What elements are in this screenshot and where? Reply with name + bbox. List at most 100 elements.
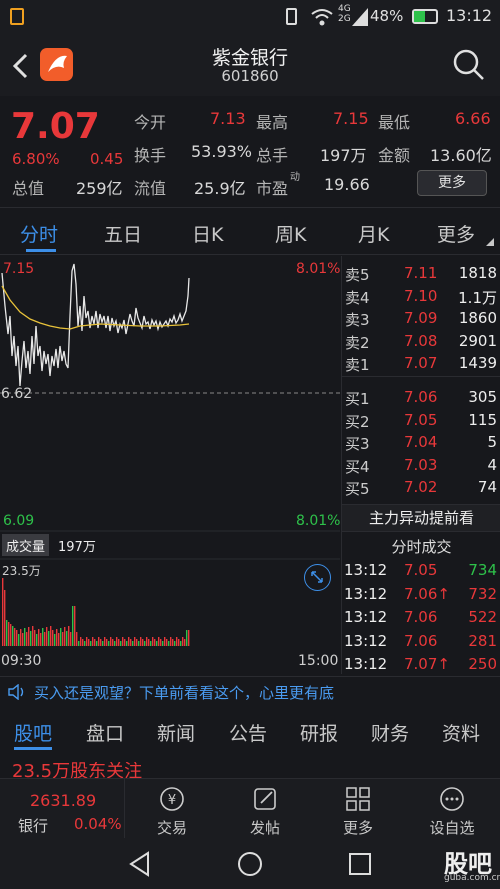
- order-price: 7.03: [404, 455, 438, 474]
- volume-bar: [106, 639, 108, 646]
- volume-bar: [92, 637, 94, 646]
- ask-row[interactable]: 卖4 7.10 1.1万: [342, 287, 500, 309]
- ask-row[interactable]: 卖1 7.07 1439: [342, 354, 500, 376]
- promo-notice[interactable]: 买入还是观望？下单前看看这个，心里更有底: [0, 676, 500, 706]
- guba-follow-peek: 23.5万股东关注: [12, 762, 142, 778]
- order-volume: 5: [487, 433, 497, 451]
- volume-bar: [68, 626, 70, 646]
- volume-bar: [174, 641, 176, 646]
- volume-bar: [50, 626, 52, 646]
- bid-row[interactable]: 买1 7.06 305: [342, 388, 500, 410]
- volume-bar: [156, 641, 158, 646]
- volume-bar: [172, 639, 174, 646]
- volume-bar: [40, 633, 42, 646]
- back-triangle-icon[interactable]: [128, 851, 152, 877]
- volume-bar: [186, 630, 188, 646]
- volume-bar: [110, 637, 112, 646]
- info-tabs: 股吧 盘口 新闻 公告 研报 财务 资料: [0, 707, 500, 755]
- volume-bar: [98, 637, 100, 646]
- search-icon[interactable]: [452, 48, 486, 82]
- nav-more[interactable]: 更多: [323, 785, 393, 838]
- fullscreen-icon[interactable]: [304, 564, 331, 591]
- volume-total: 197万: [58, 540, 96, 555]
- intraday-chart[interactable]: 7.15 8.01% 6.62 6.09 8.01% 成交量 197万 23.5…: [0, 256, 340, 674]
- home-circle-icon[interactable]: [237, 851, 263, 877]
- notification-icon: [10, 8, 24, 25]
- bottom-nav: 2631.89 银行 0.04% ¥ 交易 发帖 更多 设自选: [0, 778, 500, 839]
- tab-five-day[interactable]: 五日: [104, 220, 142, 247]
- volume-bar: [42, 628, 44, 646]
- main-force-button[interactable]: 主力异动提前看: [342, 504, 500, 532]
- tab-guba[interactable]: 股吧: [14, 719, 52, 746]
- volume-bar: [44, 632, 46, 646]
- tick-price: 7.06: [404, 608, 438, 626]
- volume-bar: [180, 641, 182, 646]
- bid-row[interactable]: 买2 7.05 115: [342, 411, 500, 433]
- ask-row[interactable]: 卖5 7.11 1818: [342, 264, 500, 286]
- chart-bottom-price: 6.09: [3, 513, 35, 529]
- volume-bar: [12, 626, 14, 646]
- volume-bar: [128, 637, 130, 646]
- recents-square-icon[interactable]: [348, 852, 372, 876]
- signal-icon: [352, 8, 368, 26]
- order-book: 卖5 7.11 1818 卖4 7.10 1.1万 卖3 7.09 1860 卖2 7.08 2901…: [341, 256, 500, 674]
- volume-indicator-tag[interactable]: 成交量: [2, 534, 50, 556]
- volume-bar: [20, 629, 22, 646]
- volume-bar: [18, 634, 20, 646]
- tab-news[interactable]: 新闻: [157, 719, 195, 746]
- nav-watchlist[interactable]: 设自选: [417, 785, 487, 838]
- bid-row[interactable]: 买4 7.03 4: [342, 456, 500, 478]
- nav-post[interactable]: 发帖: [230, 785, 300, 838]
- volume-bar: [2, 578, 4, 646]
- more-quote-button[interactable]: 更多: [417, 170, 487, 196]
- bid-row[interactable]: 买3 7.04 5: [342, 433, 500, 455]
- open-value: 7.13: [210, 109, 246, 128]
- volume-bar: [166, 639, 168, 646]
- volume-bar: [74, 606, 76, 646]
- volume-bar: [178, 639, 180, 646]
- nav-trade[interactable]: ¥ 交易: [137, 785, 207, 838]
- bid-row[interactable]: 买5 7.02 74: [342, 478, 500, 500]
- volume-bar: [58, 633, 60, 646]
- tab-intraday[interactable]: 分时: [20, 220, 58, 247]
- volume-bars: [2, 578, 190, 646]
- float-label: 流值: [134, 179, 167, 198]
- tick-row: 13:12 7.05 734: [342, 561, 500, 583]
- volume-bar: [46, 627, 48, 646]
- tab-order-book[interactable]: 盘口: [86, 719, 124, 746]
- high-value: 7.15: [333, 109, 369, 128]
- ask-row[interactable]: 卖3 7.09 1860: [342, 309, 500, 331]
- tick-time: 13:12: [344, 584, 388, 603]
- clock: 13:12: [446, 6, 493, 25]
- order-label: 卖3: [345, 311, 370, 329]
- tab-monthly-k[interactable]: 月K: [358, 220, 389, 247]
- order-label: 卖4: [345, 288, 370, 307]
- ask-row[interactable]: 卖2 7.08 2901: [342, 332, 500, 354]
- tab-announcements[interactable]: 公告: [229, 719, 267, 746]
- mktcap-label: 总值: [12, 179, 45, 198]
- tab-research[interactable]: 研报: [300, 719, 338, 746]
- tab-finance[interactable]: 财务: [371, 719, 409, 746]
- nav-post-label: 发帖: [249, 819, 280, 837]
- volume-bar: [28, 627, 30, 646]
- tab-profile[interactable]: 资料: [442, 719, 480, 746]
- back-arrow-icon[interactable]: [10, 52, 30, 80]
- high-label: 最高: [256, 113, 289, 132]
- volume-bar: [90, 641, 92, 646]
- index-widget[interactable]: 2631.89 银行 0.04%: [0, 779, 125, 839]
- tick-row: 13:12 7.07↑ 250: [342, 655, 500, 677]
- tick-volume: 250: [468, 655, 497, 673]
- order-volume: 115: [468, 410, 497, 429]
- volume-bar: [132, 641, 134, 646]
- tab-weekly-k[interactable]: 周K: [275, 220, 306, 247]
- index-name: 银行: [18, 817, 49, 835]
- tab-daily-k[interactable]: 日K: [192, 220, 223, 247]
- pe-value: 19.66: [324, 175, 370, 194]
- order-label: 卖1: [345, 356, 370, 374]
- order-label: 买1: [345, 390, 370, 408]
- volume-bar: [104, 637, 106, 646]
- volume-bar: [124, 639, 126, 646]
- volume-bar: [144, 641, 146, 646]
- mktcap-value: 259亿: [76, 179, 123, 198]
- tab-more[interactable]: 更多: [437, 220, 475, 247]
